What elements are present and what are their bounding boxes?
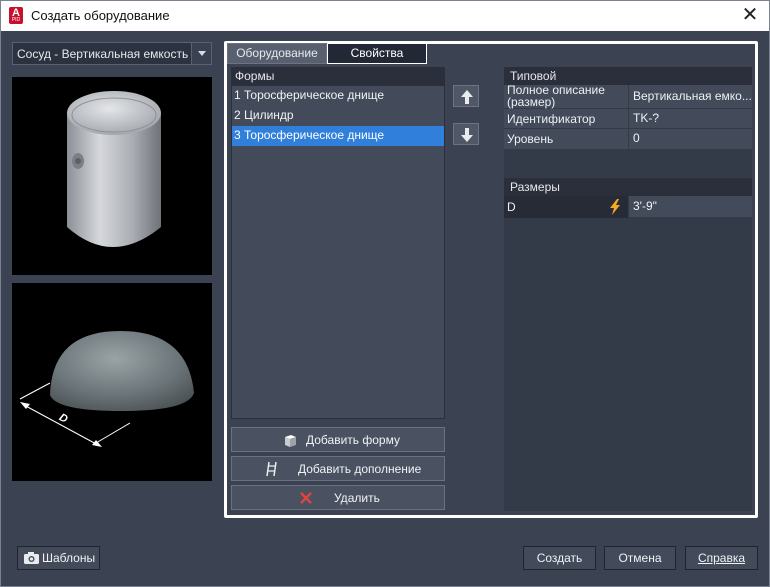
torispherical-head-illustration: D bbox=[19, 331, 194, 447]
property-value[interactable]: 0 bbox=[628, 129, 752, 149]
property-row-identifier[interactable]: Идентификатор TK-? bbox=[504, 109, 752, 129]
shape-preview: D bbox=[12, 283, 212, 481]
property-name: Полное описание (размер) bbox=[507, 83, 605, 109]
property-row-level[interactable]: Уровень 0 bbox=[504, 129, 752, 150]
move-up-button[interactable] bbox=[453, 85, 479, 107]
ladder-icon bbox=[266, 461, 277, 477]
add-addon-label: Добавить дополнение bbox=[298, 462, 422, 476]
cancel-button[interactable]: Отмена bbox=[604, 546, 676, 570]
create-equipment-dialog: A PID Создать оборудование ✕ Сосуд - Вер… bbox=[0, 0, 770, 587]
property-value[interactable]: Вертикальная емко... bbox=[628, 85, 752, 108]
title-bar: A PID Создать оборудование ✕ bbox=[1, 1, 769, 31]
equipment-type-dropdown[interactable]: Сосуд - Вертикальная емкость bbox=[12, 42, 212, 65]
list-item-selected[interactable]: 3 Торосферическое днище bbox=[232, 126, 444, 146]
equipment-preview-3d bbox=[12, 77, 212, 275]
tab-properties[interactable]: Свойства bbox=[327, 43, 427, 64]
templates-label: Шаблоны bbox=[42, 551, 96, 565]
window-title: Создать оборудование bbox=[31, 8, 170, 23]
property-row-description[interactable]: Полное описание (размер) Вертикальная ем… bbox=[504, 83, 752, 109]
templates-button[interactable]: Шаблоны bbox=[17, 546, 100, 570]
property-name: Идентификатор bbox=[507, 112, 596, 126]
help-button[interactable]: Справка bbox=[685, 546, 758, 570]
delete-label: Удалить bbox=[334, 491, 380, 505]
add-addon-button[interactable]: Добавить дополнение bbox=[231, 456, 445, 481]
move-down-button[interactable] bbox=[453, 123, 479, 145]
property-name: D bbox=[507, 200, 516, 214]
tab-equipment[interactable]: Оборудование bbox=[227, 43, 327, 64]
property-row-d[interactable]: D 3'-9" bbox=[504, 196, 752, 218]
delete-button[interactable]: Удалить bbox=[231, 485, 445, 510]
cube-icon bbox=[285, 435, 296, 447]
shapes-header: Формы bbox=[231, 67, 445, 85]
property-name: Уровень bbox=[507, 132, 554, 146]
add-shape-label: Добавить форму bbox=[306, 433, 400, 447]
section-header-sizes: Размеры bbox=[504, 178, 752, 196]
shapes-list[interactable]: 1 Торосферическое днище 2 Цилиндр 3 Торо… bbox=[231, 85, 445, 419]
lightning-bolt-icon[interactable] bbox=[608, 199, 622, 215]
close-icon[interactable]: ✕ bbox=[741, 5, 759, 25]
property-value[interactable]: TK-? bbox=[628, 109, 752, 128]
vertical-tank-illustration bbox=[67, 91, 161, 247]
arrow-down-icon bbox=[461, 128, 473, 142]
add-shape-button[interactable]: Добавить форму bbox=[231, 427, 445, 452]
delete-x-icon bbox=[300, 492, 312, 504]
list-item[interactable]: 1 Торосферическое днище bbox=[232, 86, 444, 106]
equipment-type-value: Сосуд - Вертикальная емкость bbox=[17, 47, 189, 61]
property-value[interactable]: 3'-9" bbox=[628, 196, 752, 217]
list-item[interactable]: 2 Цилиндр bbox=[232, 106, 444, 126]
autocad-app-icon: A PID bbox=[9, 7, 23, 24]
camera-icon bbox=[24, 552, 39, 564]
arrow-up-icon bbox=[461, 90, 473, 104]
create-button[interactable]: Создать bbox=[523, 546, 596, 570]
chevron-down-icon[interactable] bbox=[191, 43, 211, 64]
